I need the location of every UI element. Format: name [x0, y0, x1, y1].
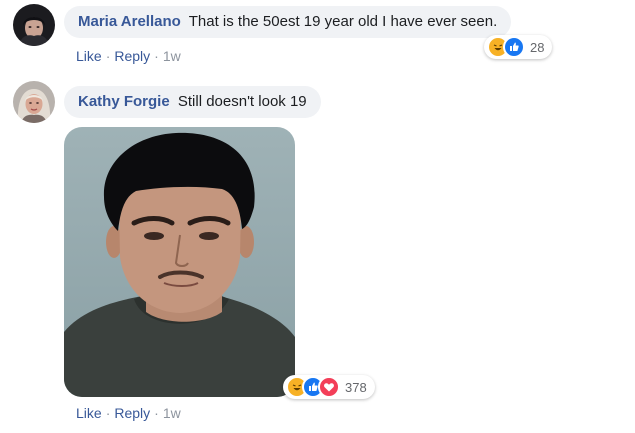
reactions-summary[interactable]: 378 — [283, 375, 375, 399]
reaction-count: 378 — [345, 379, 367, 395]
separator-dot: · — [154, 48, 159, 64]
comment-timestamp[interactable]: 1w — [163, 405, 181, 421]
comment-author[interactable]: Kathy Forgie — [78, 93, 170, 110]
comment-actions-1: Like · Reply · 1w — [76, 48, 181, 64]
reply-link[interactable]: Reply — [114, 405, 150, 421]
avatar-kathy-forgie[interactable] — [13, 81, 55, 123]
comment-timestamp[interactable]: 1w — [163, 48, 181, 64]
reaction-count: 28 — [530, 39, 545, 55]
comment-author[interactable]: Maria Arellano — [78, 13, 181, 30]
comment-photo[interactable] — [64, 127, 295, 397]
separator-dot: · — [105, 405, 111, 421]
comment-bubble-1: Maria Arellano That is the 50est 19 year… — [64, 6, 512, 38]
separator-dot: · — [105, 48, 111, 64]
comment-bubble-2: Kathy Forgie Still doesn't look 19 — [64, 86, 321, 118]
separator-dot: · — [154, 405, 159, 421]
comment-text: Still doesn't look 19 — [177, 93, 307, 110]
comment-actions-2: Like · Reply · 1w — [76, 405, 181, 421]
like-link[interactable]: Like — [76, 405, 102, 421]
like-link[interactable]: Like — [76, 48, 102, 64]
reactions-summary[interactable]: 28 — [484, 35, 553, 59]
avatar-maria-arellano[interactable] — [13, 4, 55, 46]
reply-link[interactable]: Reply — [114, 48, 150, 64]
love-icon — [318, 376, 340, 398]
like-icon — [503, 36, 525, 58]
comment-text: That is the 50est 19 year old I have eve… — [188, 13, 498, 30]
